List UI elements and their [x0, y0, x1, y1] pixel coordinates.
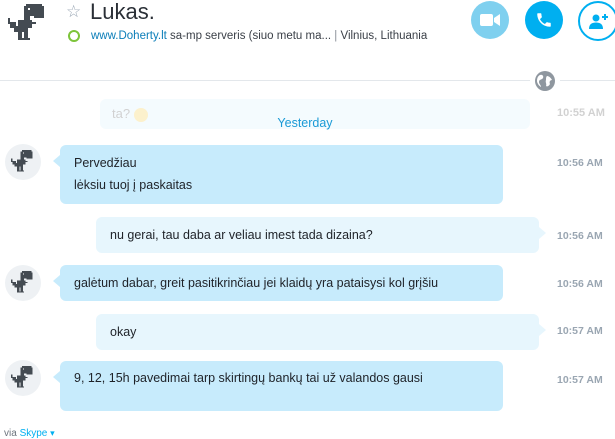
dino-icon: [8, 4, 44, 40]
message-list[interactable]: ta? 10:55 AM Yesterday Pervedžiau lėksiu…: [0, 82, 615, 424]
sender-avatar[interactable]: [5, 360, 41, 396]
message-text: nu gerai, tau daba ar veliau imest tada …: [110, 228, 373, 242]
dino-icon: [11, 150, 33, 172]
dino-icon: [11, 271, 33, 293]
message-text: okay: [110, 325, 137, 339]
star-icon[interactable]: ☆: [66, 2, 81, 22]
conversation-header: ☆ Lukas. www.Doherty.lt sa-mp serveris (…: [0, 0, 615, 70]
message-time: 10:56 AM: [557, 278, 603, 290]
message-time: 10:57 AM: [557, 325, 603, 337]
day-separator: Yesterday: [277, 116, 333, 130]
message-time: 10:56 AM: [557, 157, 603, 169]
dino-icon: [11, 366, 33, 388]
footer: via Skype ▾: [0, 424, 615, 439]
message-text: galėtum dabar, greit pasitikrinčiau jei …: [74, 276, 439, 290]
message-text: Pervedžiau: [74, 156, 137, 170]
video-call-button[interactable]: [471, 1, 509, 39]
message-bubble[interactable]: Pervedžiau lėksiu tuoj į paskaitas: [53, 145, 503, 204]
via-label: via: [4, 428, 20, 439]
add-people-button[interactable]: [578, 1, 615, 41]
message-bubble[interactable]: galėtum dabar, greit pasitikrinčiau jei …: [53, 265, 503, 301]
sender-avatar[interactable]: [5, 144, 41, 180]
sender-avatar[interactable]: [5, 265, 41, 301]
mood-message: www.Doherty.lt sa-mp serveris (siuo metu…: [91, 28, 427, 44]
via-skype: via Skype ▾: [4, 428, 55, 439]
audio-call-button[interactable]: [525, 1, 563, 39]
skype-chat-window: ☆ Lukas. www.Doherty.lt sa-mp serveris (…: [0, 0, 615, 439]
add-contact-icon: [589, 14, 608, 29]
message-text: 9, 12, 15h pavedimai tarp skirtingų bank…: [74, 371, 423, 385]
contact-name: Lukas.: [90, 0, 155, 24]
online-status-icon: [68, 30, 80, 42]
mood-text: sa-mp serveris (siuo metu ma...: [166, 30, 332, 42]
skype-link[interactable]: Skype: [20, 428, 48, 439]
message-text: lėksiu tuoj į paskaitas: [74, 178, 193, 192]
header-divider-right: [560, 80, 615, 81]
contact-avatar[interactable]: [6, 2, 50, 46]
message-bubble[interactable]: 9, 12, 15h pavedimai tarp skirtingų bank…: [53, 361, 503, 411]
message-time: 10:56 AM: [557, 230, 603, 242]
contact-location: Vilnius, Lithuania: [340, 30, 428, 42]
mood-link[interactable]: www.Doherty.lt: [91, 30, 167, 42]
header-divider: [0, 80, 530, 81]
message-bubble[interactable]: nu gerai, tau daba ar veliau imest tada …: [96, 217, 546, 253]
video-camera-icon: [480, 14, 500, 26]
phone-icon: [537, 13, 551, 27]
mood-separator: |: [334, 30, 338, 42]
message-bubble[interactable]: okay: [96, 314, 546, 350]
message-time: 10:57 AM: [557, 374, 603, 386]
chevron-down-icon[interactable]: ▾: [50, 428, 55, 438]
